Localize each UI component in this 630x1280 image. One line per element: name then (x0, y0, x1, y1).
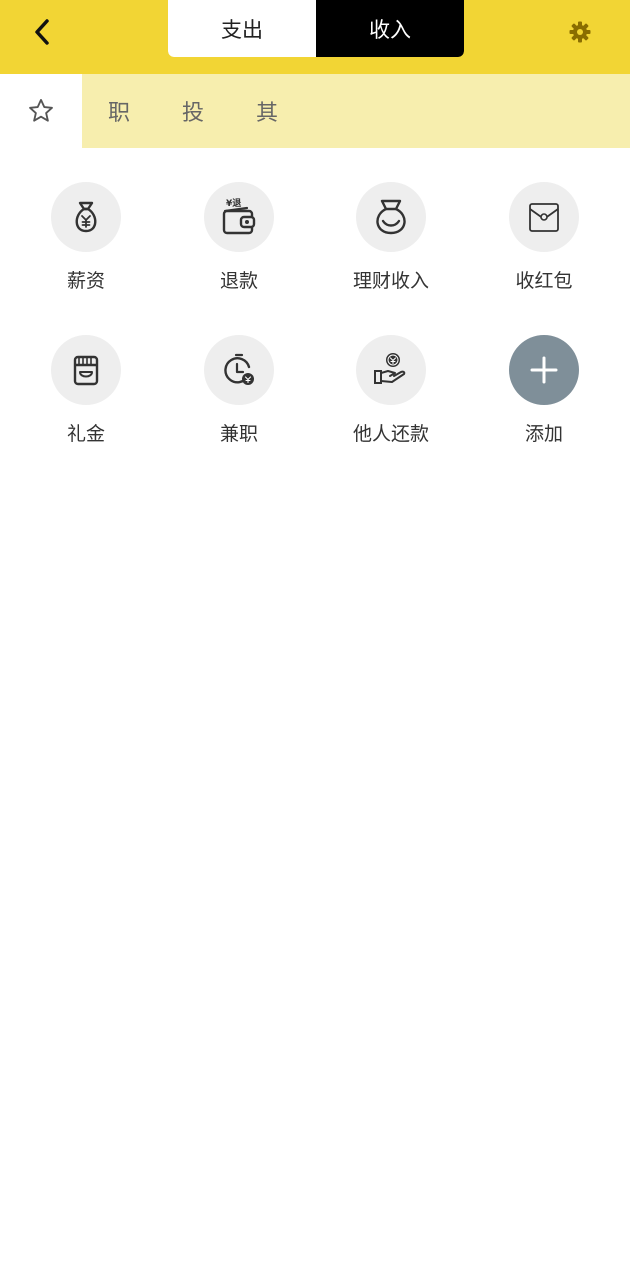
category-red-envelope[interactable]: 收红包 (474, 182, 614, 293)
category-gift-money-icon-bg (51, 335, 121, 405)
category-label: 退款 (219, 270, 258, 292)
category-refund[interactable]: ¥退 退款 (169, 182, 309, 293)
add-category-icon-bg (509, 335, 579, 405)
type-toggle: 支出 收入 (168, 0, 464, 57)
tab-expense[interactable]: 支出 (168, 0, 316, 57)
category-investment-income[interactable]: 理财收入 (321, 182, 461, 293)
gift-money-icon (73, 355, 99, 386)
category-red-envelope-icon-bg (509, 182, 579, 252)
category-label: 理财收入 (352, 270, 429, 292)
refund-wallet-icon: ¥退 (222, 198, 256, 235)
part-time-clock-icon (224, 353, 254, 385)
tab-category-job[interactable]: 职 (82, 74, 156, 148)
category-repayment[interactable]: 他人还款 (321, 335, 461, 446)
category-label: 他人还款 (352, 423, 429, 445)
money-bag-icon (75, 201, 97, 233)
svg-text:¥退: ¥退 (226, 198, 241, 209)
tab-category-invest[interactable]: 投 (156, 74, 230, 148)
repayment-hand-icon (374, 353, 406, 384)
settings-button[interactable] (560, 12, 600, 52)
gear-icon (569, 21, 591, 43)
category-label: 礼金 (66, 423, 105, 445)
category-gift-money[interactable]: 礼金 (16, 335, 156, 446)
category-investment-icon-bg (356, 182, 426, 252)
investment-bag-icon (376, 199, 406, 235)
tab-income[interactable]: 收入 (316, 0, 464, 57)
add-category-button[interactable]: 添加 (474, 335, 614, 446)
plus-icon (530, 356, 558, 384)
category-part-time-icon-bg (204, 335, 274, 405)
top-bar: 支出 收入 (0, 0, 630, 74)
category-refund-icon-bg: ¥退 (204, 182, 274, 252)
red-envelope-icon (529, 203, 559, 232)
category-salary[interactable]: 薪资 (16, 182, 156, 293)
category-label: 收红包 (515, 270, 573, 292)
star-outline-icon (29, 98, 53, 122)
tab-category-other[interactable]: 其 (230, 74, 304, 148)
category-repayment-icon-bg (356, 335, 426, 405)
category-label: 薪资 (66, 270, 105, 292)
tab-favorites[interactable] (0, 74, 82, 148)
category-part-time[interactable]: 兼职 (169, 335, 309, 446)
back-button[interactable] (22, 12, 62, 52)
category-label: 添加 (524, 423, 563, 445)
chevron-left-icon (35, 19, 49, 45)
category-tabs: 职 投 其 (0, 74, 630, 148)
category-label: 兼职 (219, 423, 258, 445)
category-salary-icon-bg (51, 182, 121, 252)
